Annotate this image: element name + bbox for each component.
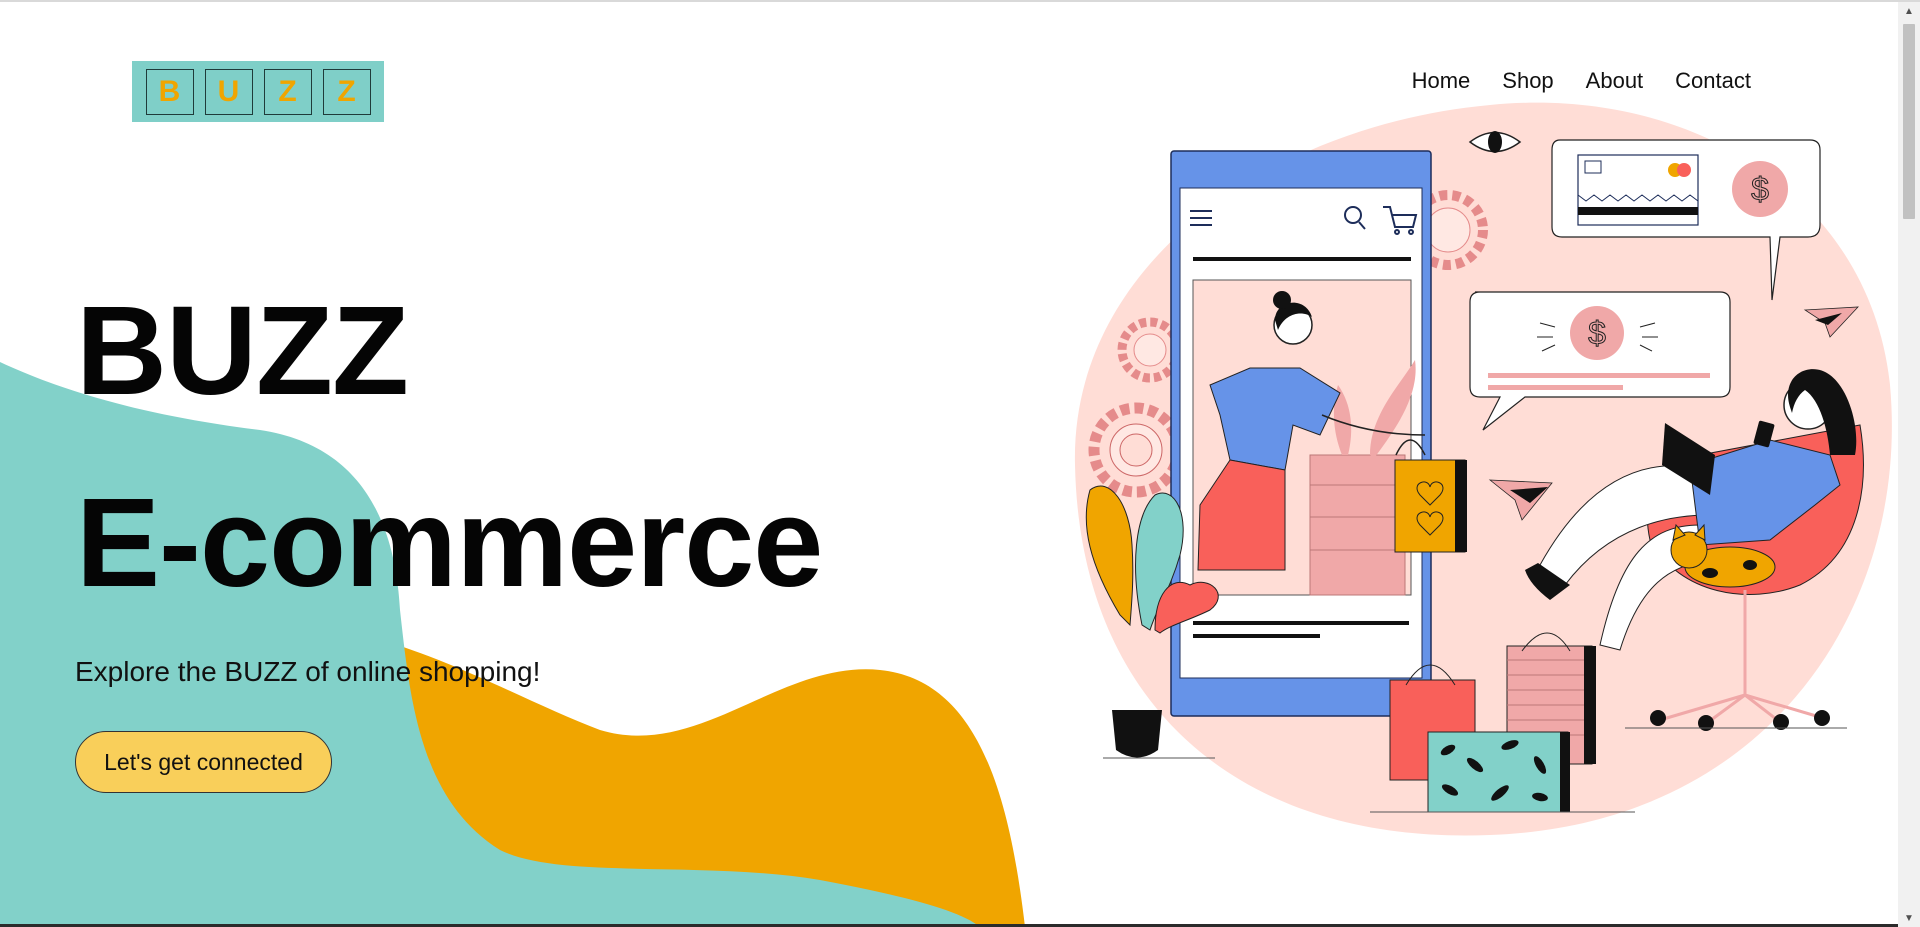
- window-top-border: [0, 0, 1920, 2]
- hero-title-line1: BUZZ: [76, 280, 409, 421]
- page: B U Z Z Home Shop About Contact BUZZ E-c…: [0, 0, 1898, 927]
- nav-link-shop[interactable]: Shop: [1502, 68, 1553, 94]
- logo-letter: U: [204, 68, 253, 115]
- logo-letter: Z: [322, 68, 371, 115]
- nav-link-home[interactable]: Home: [1412, 68, 1471, 94]
- logo-letter: B: [145, 68, 194, 115]
- scroll-down-arrow-icon[interactable]: ▼: [1898, 909, 1920, 927]
- cta-button[interactable]: Let's get connected: [75, 731, 332, 793]
- dollar-icon: $: [1588, 315, 1606, 351]
- shopping-illustration: $ $: [1074, 102, 1892, 836]
- hero-tagline: Explore the BUZZ of online shopping!: [75, 656, 541, 687]
- dollar-icon: $: [1751, 171, 1769, 207]
- vertical-scrollbar[interactable]: ▲ ▼: [1898, 2, 1920, 927]
- scroll-up-arrow-icon[interactable]: ▲: [1898, 2, 1920, 20]
- phone-mockup: [1170, 150, 1432, 717]
- scroll-thumb[interactable]: [1903, 24, 1915, 219]
- main-nav: Home Shop About Contact: [1412, 68, 1751, 94]
- nav-link-about[interactable]: About: [1586, 68, 1644, 94]
- hero-title-line2: E-commerce: [76, 472, 823, 613]
- brand-logo[interactable]: B U Z Z: [132, 61, 384, 122]
- logo-letter: Z: [263, 68, 312, 115]
- nav-link-contact[interactable]: Contact: [1675, 68, 1751, 94]
